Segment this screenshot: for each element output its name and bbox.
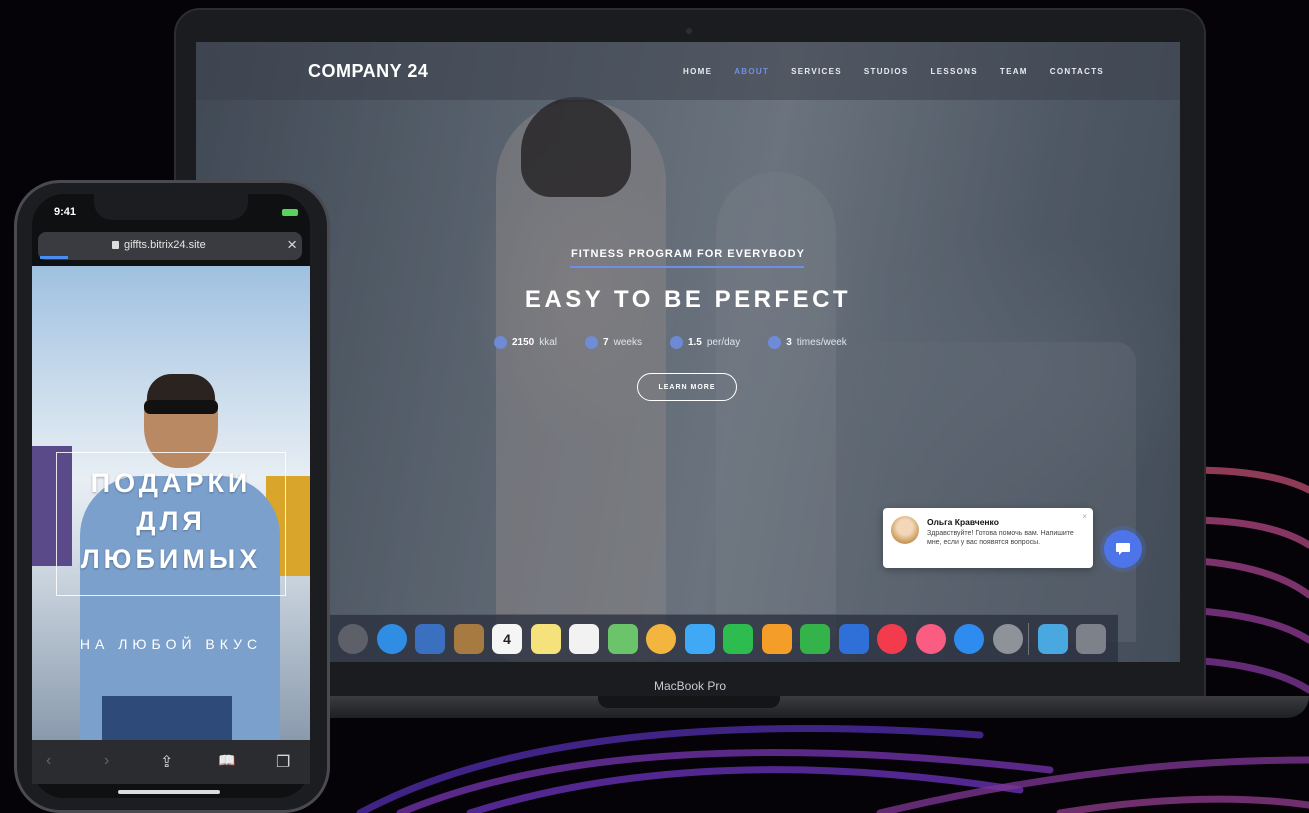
page-title-line: ПОДАРКИ [90,468,252,498]
lock-icon [112,241,119,249]
laptop-notch [598,696,780,708]
contacts-icon[interactable] [453,624,484,654]
laptop-base [300,696,1309,718]
calendar-icon[interactable]: 4 [492,624,522,654]
nav-home[interactable]: HOME [683,67,712,76]
safari-toolbar: ‹ › ⇪ 📖 ❐ [32,740,310,784]
home-indicator [118,790,220,794]
preview-icon[interactable] [415,624,445,654]
share-icon[interactable]: ⇪ [160,752,173,772]
nav-studios[interactable]: STUDIOS [864,67,909,76]
page-subtitle: НА ЛЮБОЙ ВКУС [79,636,263,652]
trash-icon[interactable] [1076,624,1106,654]
chat-agent-name: Ольга Кравченко [927,517,999,527]
calendar-icon [585,336,599,349]
laptop-camera [686,28,692,34]
reminders-icon[interactable] [569,624,599,654]
app-store-icon[interactable] [954,624,984,654]
repeat-icon [768,336,782,349]
back-icon[interactable]: ‹ [46,752,51,770]
music-icon[interactable] [915,624,946,654]
hero-stats: 2150 kkal 7 weeks 1.5 per/day 3 times/we… [494,336,847,349]
chat-open-button[interactable] [1104,530,1142,568]
downloads-folder-icon[interactable] [1038,624,1068,654]
stat-value: 3 [786,337,792,348]
stat-per-day: 1.5 per/day [669,336,741,349]
macos-dock: 4 [326,614,1118,662]
launchpad-icon[interactable] [338,624,368,654]
photo-man-jeans [102,696,232,740]
keynote-icon[interactable] [838,624,869,654]
stat-unit: kkal [539,337,558,348]
hero-overlay [196,42,1180,662]
chat-popup[interactable]: Ольга Кравченко Здравствуйте! Готова пом… [883,508,1093,568]
page-load-progress [40,256,68,259]
pages-icon[interactable] [761,624,792,654]
hero-subtitle-underline [570,266,804,268]
battery-icon [282,209,298,216]
clock-icon [669,336,683,349]
facetime-icon[interactable] [723,624,753,654]
url-text: giffts.bitrix24.site [124,239,206,251]
close-icon[interactable]: × [1082,512,1087,521]
forward-icon[interactable]: › [104,752,109,770]
nav-services[interactable]: SERVICES [791,67,842,76]
maps-icon[interactable] [607,624,638,654]
site-navbar: COMPANY 24 HOME ABOUT SERVICES STUDIOS L… [196,42,1180,100]
news-icon[interactable] [877,624,907,654]
nav-team[interactable]: TEAM [1000,67,1028,76]
stat-calories: 2150 kkal [494,336,557,349]
page-title-line: ЛЮБИМЫХ [80,544,262,574]
stat-value: 1.5 [687,337,702,348]
bookmarks-icon[interactable]: 📖 [218,752,235,769]
notes-icon[interactable] [530,624,561,654]
hero-title: EASY TO BE PERFECT [524,286,852,313]
nav-contacts[interactable]: CONTACTS [1050,67,1104,76]
close-icon[interactable]: × [287,235,297,255]
address-bar[interactable]: giffts.bitrix24.site × [38,232,302,260]
photo-man-sunglasses [144,400,218,414]
stat-value: 2150 [512,337,535,348]
tabs-icon[interactable]: ❐ [276,752,290,772]
nav-links: HOME ABOUT SERVICES STUDIOS LESSONS TEAM… [683,67,1104,76]
nav-lessons[interactable]: LESSONS [931,67,978,76]
safari-icon[interactable] [376,624,407,654]
stat-unit: times/week [796,337,847,348]
page-title-line: ДЛЯ [136,506,206,536]
learn-more-button[interactable]: LEARN MORE [637,373,737,401]
photos-icon[interactable] [646,624,676,654]
stat-weeks: 7 weeks [585,336,642,349]
stat-value: 7 [603,337,609,348]
laptop-screen: COMPANY 24 HOME ABOUT SERVICES STUDIOS L… [196,42,1180,662]
phone-notch [94,194,248,220]
hero-subtitle: FITNESS PROGRAM FOR EVERYBODY [571,248,805,260]
chat-bubble-icon [1116,543,1130,555]
stat-unit: weeks [613,337,642,348]
phone-webpage: ПОДАРКИ ДЛЯ ЛЮБИМЫХ НА ЛЮБОЙ ВКУС [32,266,310,740]
stat-unit: per/day [706,337,741,348]
stat-times-week: 3 times/week [768,336,847,349]
chat-message: Здравствуйте! Готова помочь вам. Напишит… [927,530,1074,546]
site-brand-logo[interactable]: COMPANY 24 [308,61,428,82]
dock-separator [1028,623,1029,655]
avatar [891,516,919,544]
status-bar-time: 9:41 [54,206,77,218]
system-preferences-icon[interactable] [992,624,1023,654]
nav-about[interactable]: ABOUT [734,67,769,76]
messages-icon[interactable] [684,624,715,654]
calories-icon [494,336,507,349]
numbers-icon[interactable] [800,624,830,654]
page-title: ПОДАРКИ ДЛЯ ЛЮБИМЫХ [42,464,300,578]
laptop-model-label: MacBook Pro [653,679,727,693]
